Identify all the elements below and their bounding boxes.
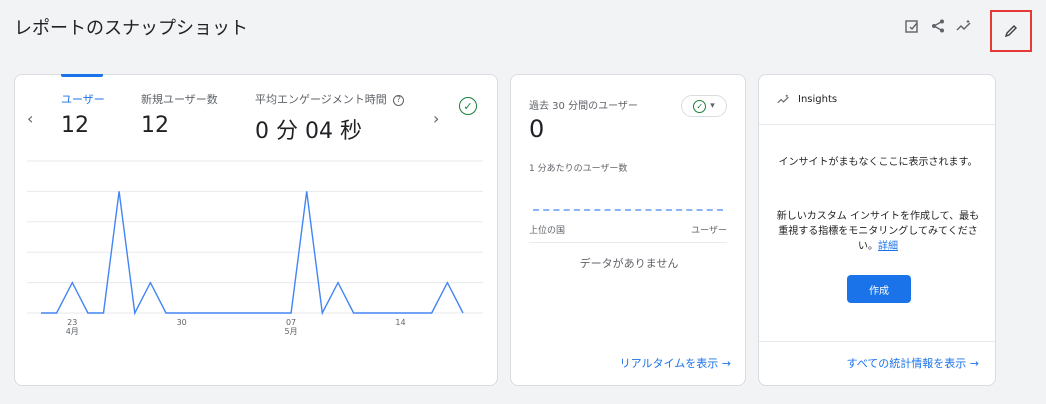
- x-tick-month: 4月: [66, 327, 79, 336]
- metric-label: 平均エンゲージメント時間 ?: [255, 91, 405, 107]
- metric-new-users[interactable]: 新規ユーザー数 12: [141, 91, 218, 138]
- pencil-icon[interactable]: [1001, 21, 1021, 41]
- prev-arrow-icon[interactable]: ‹: [27, 109, 33, 128]
- metric-avg-engagement[interactable]: 平均エンゲージメント時間 ? 0 分 04 秒: [255, 91, 405, 145]
- metric-value: 12: [141, 113, 169, 138]
- toolbar: [902, 8, 1032, 52]
- realtime-title: 過去 30 分間のユーザー: [529, 101, 638, 112]
- insights-header: Insights: [759, 75, 995, 125]
- x-tick-day: 30: [177, 318, 187, 327]
- x-tick-day: 23: [67, 318, 77, 327]
- edit-report-icon[interactable]: [902, 16, 922, 36]
- view-all-insights-link[interactable]: すべての統計情報を表示 →: [846, 355, 979, 371]
- create-insight-button[interactable]: 作成: [847, 275, 911, 303]
- col-country: 上位の国: [529, 226, 566, 236]
- insights-coming-soon-text: インサイトがまもなくここに表示されます。: [778, 157, 978, 168]
- realtime-table-header: 上位の国 ユーザー: [529, 223, 727, 243]
- col-users: ユーザー: [691, 226, 727, 236]
- metric-label-text: 平均エンゲージメント時間: [255, 93, 387, 106]
- data-quality-check-icon[interactable]: ✓: [459, 97, 477, 115]
- check-icon: ✓: [693, 99, 707, 113]
- realtime-value: 0: [529, 115, 545, 143]
- view-realtime-link[interactable]: リアルタイムを表示 →: [620, 355, 731, 371]
- metrics-card: ‹ ユーザー 12 新規ユーザー数 12 平均エンゲージメント時間 ? 0 分 …: [14, 74, 498, 386]
- next-arrow-icon[interactable]: ›: [433, 109, 439, 128]
- chevron-down-icon: ▾: [710, 101, 715, 111]
- page-title: レポートのスナップショット: [14, 18, 248, 39]
- insights-icon[interactable]: [954, 16, 974, 36]
- insights-title: Insights: [798, 94, 838, 105]
- insights-create-prompt: 新しいカスタム インサイトを作成して、最も重視する指標をモニタリングしてみてくだ…: [773, 209, 983, 254]
- metric-label: ユーザー: [61, 93, 105, 106]
- x-tick-month: 5月: [285, 327, 298, 336]
- metric-value: 0 分 04 秒: [255, 119, 362, 144]
- metric-value: 12: [61, 113, 89, 138]
- realtime-sparkline: [533, 209, 723, 211]
- edit-highlight[interactable]: [990, 10, 1032, 52]
- users-line-chart: 543210 234月30075月14: [27, 160, 483, 336]
- insights-card: Insights インサイトがまもなくここに表示されます。 新しいカスタム イン…: [758, 74, 996, 386]
- no-data-message: データがありません: [579, 257, 679, 270]
- x-tick-day: 14: [395, 318, 405, 327]
- realtime-per-minute-label: 1 分あたりのユーザー数: [529, 164, 628, 174]
- chart-x-ticks: 234月 30 075月 14: [66, 318, 406, 336]
- share-icon[interactable]: [928, 16, 948, 36]
- x-tick-day: 07: [286, 318, 296, 327]
- metric-label: 新規ユーザー数: [141, 93, 218, 106]
- insights-detail-link[interactable]: 詳細: [878, 241, 898, 252]
- chart-grid: [27, 160, 483, 314]
- realtime-card: 過去 30 分間のユーザー 0 ✓ ▾ 1 分あたりのユーザー数 上位の国 ユー…: [510, 74, 746, 386]
- metric-users[interactable]: ユーザー 12: [61, 74, 105, 138]
- realtime-status-dropdown[interactable]: ✓ ▾: [681, 95, 727, 117]
- insights-icon: [777, 94, 789, 104]
- help-icon[interactable]: ?: [393, 94, 405, 106]
